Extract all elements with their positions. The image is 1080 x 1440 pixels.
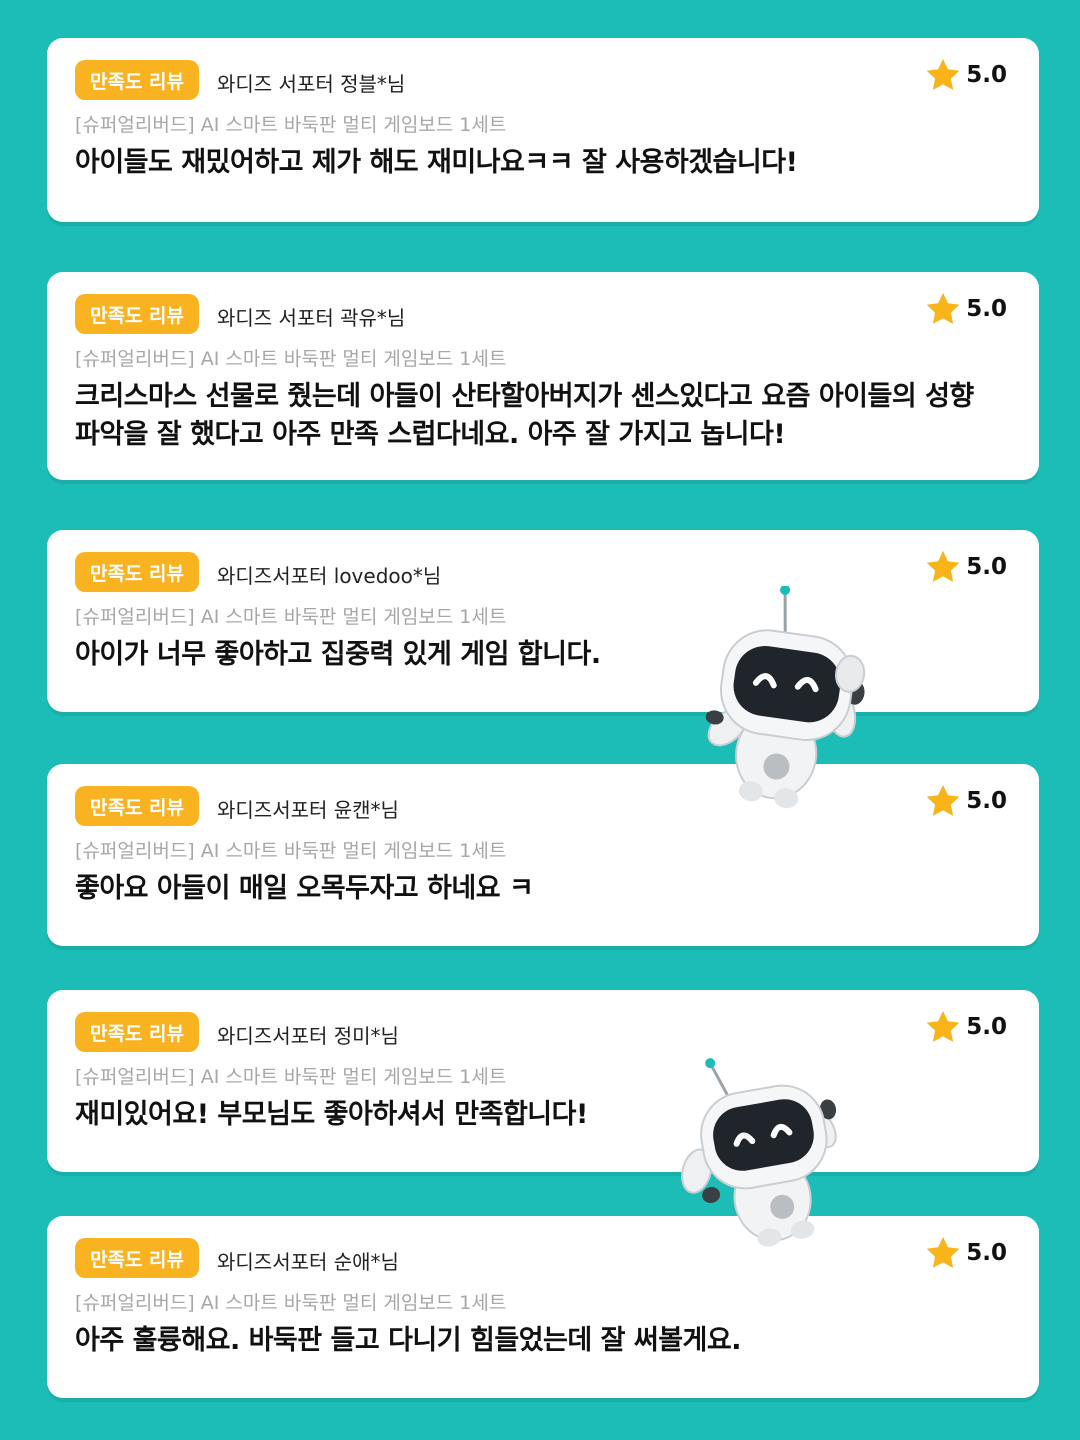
satisfaction-review-badge: 만족도 리뷰 (75, 1238, 199, 1278)
review-text: 크리스마스 선물로 줬는데 아들이 산타할아버지가 센스있다고 요즘 아이들의 … (75, 381, 974, 450)
product-name: [슈퍼얼리버드] AI 스마트 바둑판 멀티 게임보드 1세트 (75, 840, 507, 862)
satisfaction-review-badge: 만족도 리뷰 (75, 294, 199, 334)
review-card: 만족도 리뷰 와디즈 서포터 곽유*님 5.0 [슈퍼얼리버드] AI 스마트 … (47, 272, 1039, 480)
star-icon (926, 784, 960, 816)
star-icon (926, 58, 960, 90)
star-icon (926, 1010, 960, 1042)
product-name: [슈퍼얼리버드] AI 스마트 바둑판 멀티 게임보드 1세트 (75, 606, 507, 628)
product-name: [슈퍼얼리버드] AI 스마트 바둑판 멀티 게임보드 1세트 (75, 1066, 507, 1088)
review-card: 만족도 리뷰 와디즈서포터 정미*님 5.0 [슈퍼얼리버드] AI 스마트 바… (47, 990, 1039, 1172)
star-icon (926, 1236, 960, 1268)
reviewer-name: 와디즈서포터 정미*님 (217, 1024, 399, 1048)
review-card: 만족도 리뷰 와디즈서포터 순애*님 5.0 [슈퍼얼리버드] AI 스마트 바… (47, 1216, 1039, 1398)
review-text: 좋아요 아들이 매일 오목두자고 하네요 ㅋ (75, 873, 534, 904)
satisfaction-review-badge: 만족도 리뷰 (75, 60, 199, 100)
product-name: [슈퍼얼리버드] AI 스마트 바둑판 멀티 게임보드 1세트 (75, 348, 507, 370)
reviewer-name: 와디즈서포터 윤캔*님 (217, 798, 399, 822)
rating: 5.0 (924, 548, 1007, 586)
rating-score: 5.0 (966, 62, 1007, 88)
reviewer-name: 와디즈서포터 lovedoo*님 (217, 564, 442, 588)
rating-score: 5.0 (966, 554, 1007, 580)
star-icon (926, 292, 960, 324)
review-text: 아이들도 재밌어하고 제가 해도 재미나요ㅋㅋ 잘 사용하겠습니다! (75, 147, 798, 178)
star-icon (926, 550, 960, 582)
satisfaction-review-badge: 만족도 리뷰 (75, 786, 199, 826)
robot-mascot (681, 1058, 837, 1247)
rating-score: 5.0 (966, 788, 1007, 814)
reviewer-name: 와디즈서포터 순애*님 (217, 1250, 399, 1274)
reviewer-name: 와디즈 서포터 정블*님 (217, 72, 406, 96)
product-name: [슈퍼얼리버드] AI 스마트 바둑판 멀티 게임보드 1세트 (75, 114, 507, 136)
rating: 5.0 (924, 1234, 1007, 1272)
robot-mascot (705, 586, 866, 809)
review-text: 재미있어요! 부모님도 좋아하셔서 만족합니다! (75, 1099, 588, 1130)
satisfaction-review-badge: 만족도 리뷰 (75, 1012, 199, 1052)
rating-score: 5.0 (966, 1240, 1007, 1266)
review-text: 아주 훌륭해요. 바둑판 들고 다니기 힘들었는데 잘 써볼게요. (75, 1325, 741, 1356)
rating: 5.0 (924, 290, 1007, 328)
rating: 5.0 (924, 782, 1007, 820)
product-name: [슈퍼얼리버드] AI 스마트 바둑판 멀티 게임보드 1세트 (75, 1292, 507, 1314)
review-card: 만족도 리뷰 와디즈 서포터 정블*님 5.0 [슈퍼얼리버드] AI 스마트 … (47, 38, 1039, 222)
rating: 5.0 (924, 56, 1007, 94)
reviewer-name: 와디즈 서포터 곽유*님 (217, 306, 406, 330)
rating-score: 5.0 (966, 296, 1007, 322)
satisfaction-review-badge: 만족도 리뷰 (75, 552, 199, 592)
rating-score: 5.0 (966, 1014, 1007, 1040)
rating: 5.0 (924, 1008, 1007, 1046)
